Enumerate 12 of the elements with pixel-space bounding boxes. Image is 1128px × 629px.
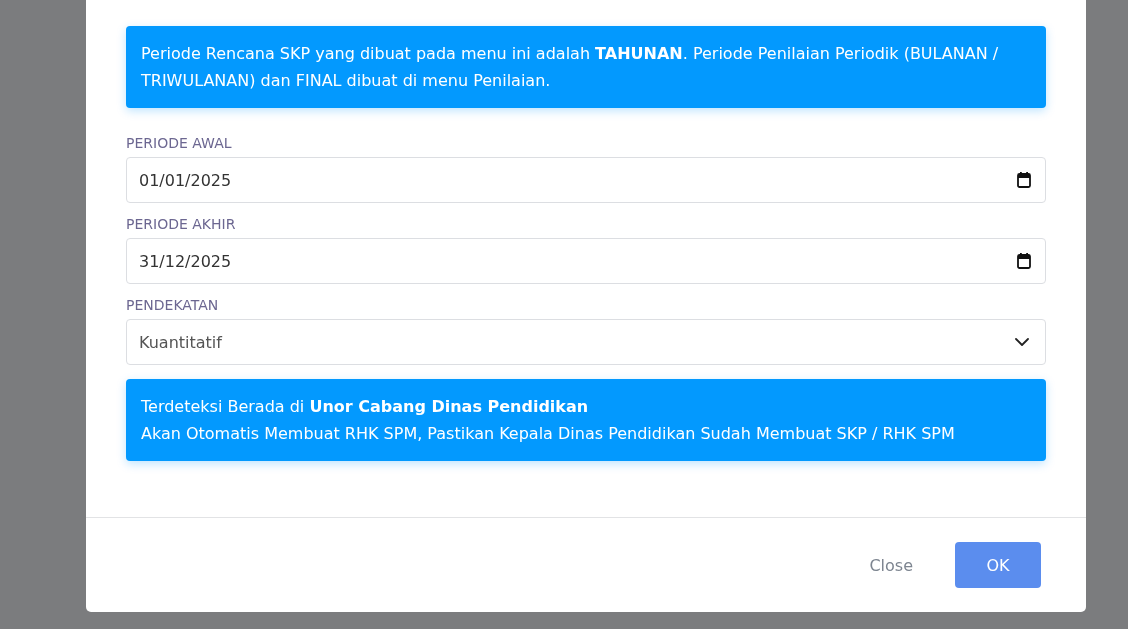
field-label: PENDEKATAN <box>126 296 220 314</box>
close-button[interactable]: Close <box>855 542 927 588</box>
calendar-icon <box>1017 172 1031 188</box>
chevron-down-icon <box>1014 337 1030 347</box>
calendar-icon <box>1017 253 1031 269</box>
field-label: PERIODE AWAL <box>126 134 233 152</box>
info-alert: Terdeteksi Berada di Unor Cabang Dinas Pendidikan Akan Otomatis Membuat RHK SPM, Pastikan Kepala Dinas Pendidikan Sudah Membuat SKP / RHK SPM <box>126 379 1046 461</box>
select-field[interactable]: Kuantitatif <box>126 319 1046 365</box>
date-field[interactable]: 31/12/2025 <box>126 238 1046 284</box>
field-label: PERIODE AKHIR <box>126 215 237 233</box>
info-alert: Periode Rencana SKP yang dibuat pada menu ini adalah TAHUNAN. Periode Penilaian Periodik (BULANAN / TRIWULANAN) dan FINAL dibuat di menu Penilaian. <box>126 26 1046 108</box>
date-field[interactable]: 01/01/2025 <box>126 157 1046 203</box>
